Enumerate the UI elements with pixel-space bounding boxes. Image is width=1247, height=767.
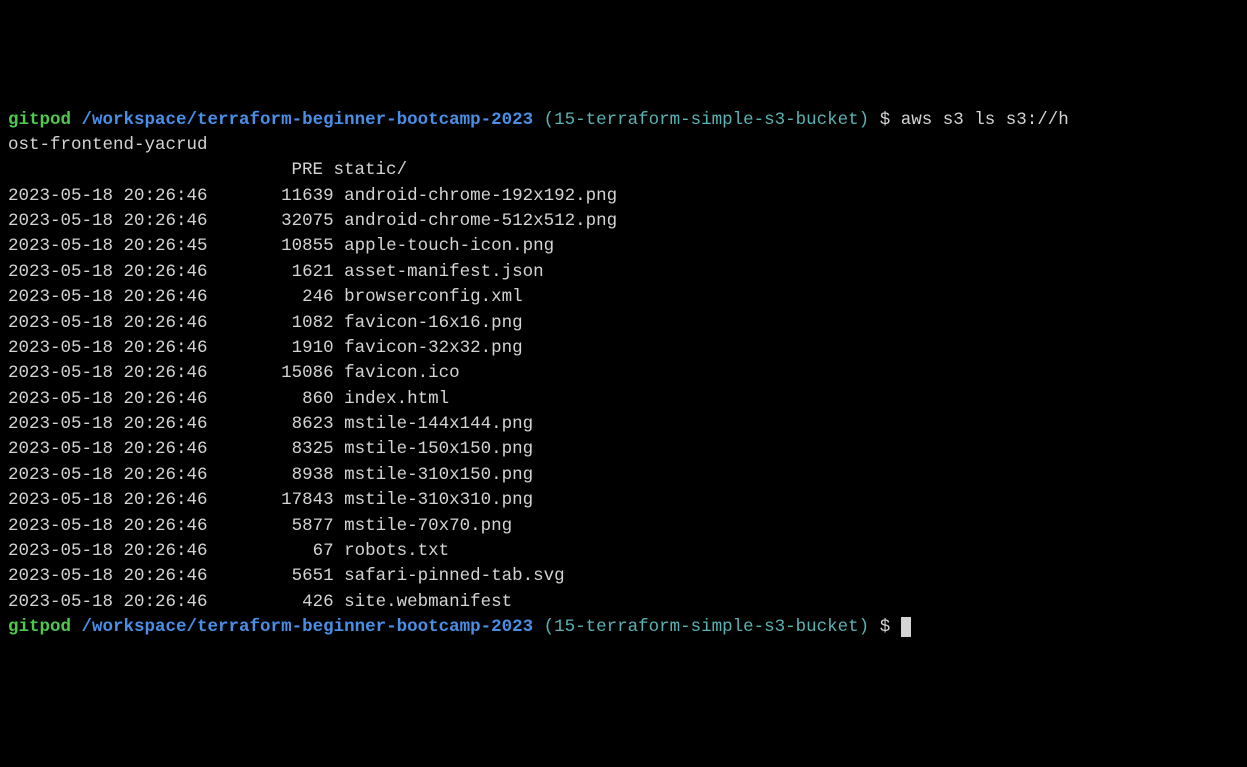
object-size: 426 [218,592,334,612]
object-name: favicon-16x16.png [344,313,523,333]
object-size: 17843 [218,490,334,510]
object-size: 8938 [218,465,334,485]
object-name: mstile-310x150.png [344,465,533,485]
object-datetime: 2023-05-18 20:26:46 [8,490,208,510]
object-size: 15086 [218,363,334,383]
s3-object-row: 2023-05-18 20:26:46 8325 mstile-150x150.… [8,437,1239,462]
object-name: mstile-144x144.png [344,414,533,434]
object-datetime: 2023-05-18 20:26:46 [8,186,208,206]
object-size: 5651 [218,566,334,586]
object-size: 860 [218,389,334,409]
object-name: mstile-70x70.png [344,516,512,536]
s3-object-row: 2023-05-18 20:26:46 67 robots.txt [8,539,1239,564]
object-datetime: 2023-05-18 20:26:46 [8,313,208,333]
object-size: 8325 [218,439,334,459]
object-datetime: 2023-05-18 20:26:46 [8,363,208,383]
s3-object-row: 2023-05-18 20:26:46 1621 asset-manifest.… [8,260,1239,285]
s3-prefix-text: PRE static/ [8,160,407,180]
object-size: 5877 [218,516,334,536]
s3-object-row: 2023-05-18 20:26:45 10855 apple-touch-ic… [8,234,1239,259]
prompt-user: gitpod [8,617,71,637]
object-datetime: 2023-05-18 20:26:46 [8,262,208,282]
command-wrap-text: ost-frontend-yacrud [8,135,208,155]
object-name: browserconfig.xml [344,287,523,307]
object-name: asset-manifest.json [344,262,544,282]
s3-object-row: 2023-05-18 20:26:46 1082 favicon-16x16.p… [8,311,1239,336]
prompt-branch: (15-terraform-simple-s3-bucket) [544,617,870,637]
object-size: 67 [218,541,334,561]
s3-object-row: 2023-05-18 20:26:46 246 browserconfig.xm… [8,285,1239,310]
object-size: 10855 [218,236,334,256]
s3-object-row: 2023-05-18 20:26:46 1910 favicon-32x32.p… [8,336,1239,361]
prompt-line-1: gitpod /workspace/terraform-beginner-boo… [8,108,1239,133]
prompt-user: gitpod [8,110,71,130]
s3-object-row: 2023-05-18 20:26:46 5651 safari-pinned-t… [8,564,1239,589]
object-size: 1910 [218,338,334,358]
object-datetime: 2023-05-18 20:26:46 [8,566,208,586]
object-name: apple-touch-icon.png [344,236,554,256]
object-name: mstile-310x310.png [344,490,533,510]
object-name: site.webmanifest [344,592,512,612]
prompt-path: /workspace/terraform-beginner-bootcamp-2… [82,617,534,637]
object-name: index.html [344,389,449,409]
object-datetime: 2023-05-18 20:26:46 [8,211,208,231]
object-datetime: 2023-05-18 20:26:46 [8,465,208,485]
prompt-path: /workspace/terraform-beginner-bootcamp-2… [82,110,534,130]
s3-object-row: 2023-05-18 20:26:46 8938 mstile-310x150.… [8,463,1239,488]
s3-object-row: 2023-05-18 20:26:46 5877 mstile-70x70.pn… [8,514,1239,539]
s3-object-row: 2023-05-18 20:26:46 8623 mstile-144x144.… [8,412,1239,437]
object-size: 11639 [218,186,334,206]
s3-object-row: 2023-05-18 20:26:46 17843 mstile-310x310… [8,488,1239,513]
command-text: aws s3 ls s3://h [901,110,1069,130]
s3-object-row: 2023-05-18 20:26:46 860 index.html [8,387,1239,412]
object-size: 32075 [218,211,334,231]
object-datetime: 2023-05-18 20:26:46 [8,414,208,434]
object-name: robots.txt [344,541,449,561]
object-size: 8623 [218,414,334,434]
object-datetime: 2023-05-18 20:26:46 [8,389,208,409]
s3-object-row: 2023-05-18 20:26:46 15086 favicon.ico [8,361,1239,386]
object-datetime: 2023-05-18 20:26:46 [8,287,208,307]
object-datetime: 2023-05-18 20:26:46 [8,516,208,536]
object-name: android-chrome-512x512.png [344,211,617,231]
object-name: favicon-32x32.png [344,338,523,358]
command-wrap-line: ost-frontend-yacrud [8,133,1239,158]
prompt-line-2[interactable]: gitpod /workspace/terraform-beginner-boo… [8,615,1239,640]
s3-object-row: 2023-05-18 20:26:46 11639 android-chrome… [8,184,1239,209]
object-datetime: 2023-05-18 20:26:45 [8,236,208,256]
object-datetime: 2023-05-18 20:26:46 [8,439,208,459]
s3-prefix-line: PRE static/ [8,158,1239,183]
prompt-branch: (15-terraform-simple-s3-bucket) [544,110,870,130]
object-datetime: 2023-05-18 20:26:46 [8,338,208,358]
s3-object-row: 2023-05-18 20:26:46 426 site.webmanifest [8,590,1239,615]
object-datetime: 2023-05-18 20:26:46 [8,592,208,612]
prompt-dollar: $ [880,110,891,130]
object-size: 1082 [218,313,334,333]
object-name: mstile-150x150.png [344,439,533,459]
object-datetime: 2023-05-18 20:26:46 [8,541,208,561]
prompt-dollar: $ [880,617,891,637]
s3-object-row: 2023-05-18 20:26:46 32075 android-chrome… [8,209,1239,234]
object-name: favicon.ico [344,363,460,383]
object-size: 246 [218,287,334,307]
object-size: 1621 [218,262,334,282]
terminal-output[interactable]: gitpod /workspace/terraform-beginner-boo… [8,108,1239,641]
object-name: android-chrome-192x192.png [344,186,617,206]
cursor[interactable] [901,617,911,637]
object-name: safari-pinned-tab.svg [344,566,565,586]
